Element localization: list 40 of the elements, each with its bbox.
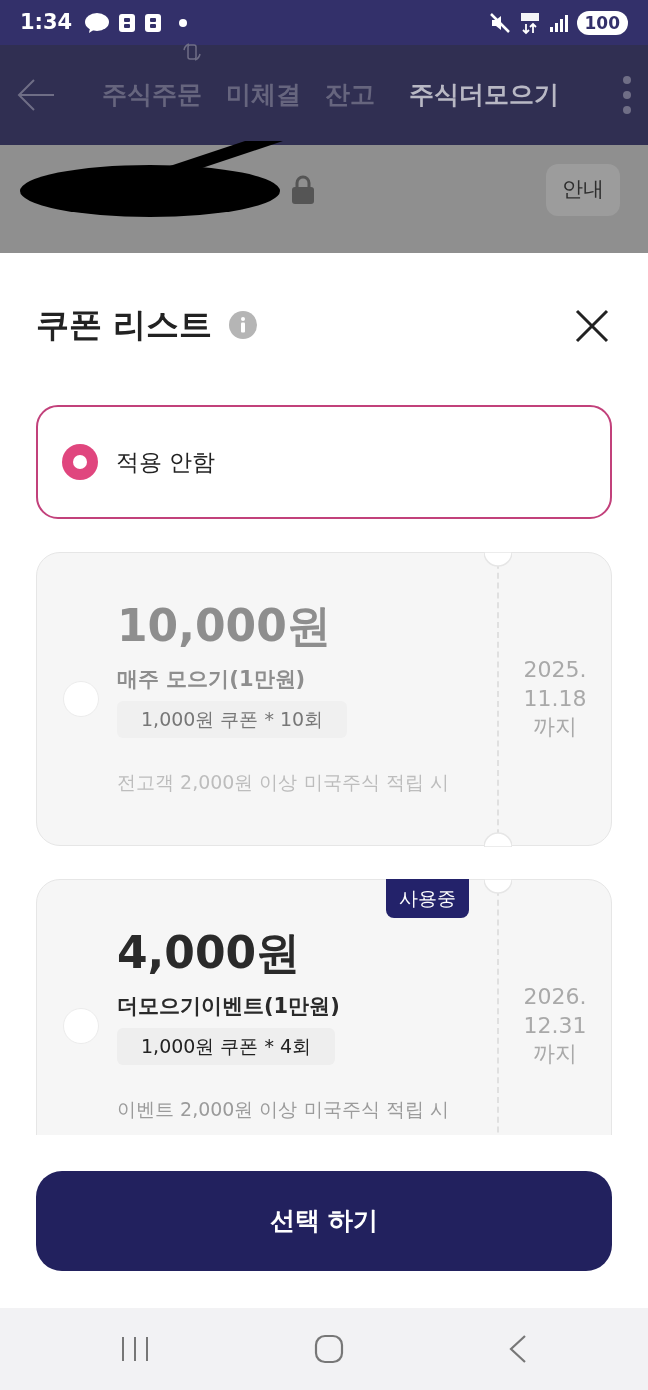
coupon-card[interactable]: 4,000원 더모으기이벤트(1만원) 1,000원 쿠폰 * 4회 이벤트 2,000원 이상 미국주식 적립 시 2026. 12.31 까지 사용중 — [36, 879, 612, 1135]
guide-button[interactable]: 안내 — [546, 164, 620, 216]
status-time: 1:34 — [20, 8, 73, 36]
app-icon — [118, 12, 137, 33]
expiry-date: 2026. 12.31 까지 — [523, 983, 587, 1069]
expiry-date: 2025. 11.18 까지 — [523, 656, 587, 742]
battery-level: 100 — [576, 10, 628, 35]
coupon-amount: 10,000원 — [117, 601, 331, 650]
chat-bubble-icon — [84, 11, 111, 34]
nav-tab[interactable]: 주식더모으기 — [409, 76, 559, 114]
rotate-phone-icon — [182, 42, 202, 63]
recent-apps-icon[interactable] — [120, 1336, 150, 1362]
coupon-name: 매주 모으기(1만원) — [117, 665, 306, 693]
ticket-notch — [484, 831, 512, 847]
coupon-detail: 1,000원 쿠폰 * 10회 — [117, 701, 348, 738]
back-arrow-icon[interactable] — [16, 78, 56, 112]
coupon-name: 더모으기이벤트(1만원) — [117, 992, 340, 1020]
option-card[interactable]: 적용 안함 — [36, 405, 612, 519]
coupon-condition: 이벤트 2,000원 이상 미국주식 적립 시 — [117, 1096, 449, 1122]
lte-signal-icon — [518, 10, 541, 35]
app-icon — [144, 12, 163, 33]
coupon-detail: 1,000원 쿠폰 * 4회 — [117, 1028, 336, 1065]
option-label: 적용 안함 — [116, 447, 216, 477]
back-icon[interactable] — [508, 1334, 528, 1364]
home-icon[interactable] — [314, 1334, 344, 1364]
sheet-title: 쿠폰 리스트 — [36, 305, 213, 345]
select-button[interactable]: 선택 하기 — [36, 1171, 612, 1271]
info-icon[interactable] — [228, 310, 257, 339]
mute-icon — [488, 11, 511, 34]
close-icon[interactable] — [575, 309, 609, 343]
ticket-notch — [484, 551, 512, 567]
lock-icon — [290, 175, 316, 205]
radio-button[interactable] — [62, 444, 98, 480]
coupon-amount: 4,000원 — [117, 928, 301, 977]
dot-icon — [178, 17, 189, 28]
signal-icon — [548, 12, 569, 33]
ticket-notch — [484, 878, 512, 894]
coupon-condition: 전고객 2,000원 이상 미국주식 적립 시 — [117, 769, 449, 795]
more-menu-icon[interactable] — [622, 75, 632, 115]
in-use-badge: 사용중 — [386, 879, 469, 918]
